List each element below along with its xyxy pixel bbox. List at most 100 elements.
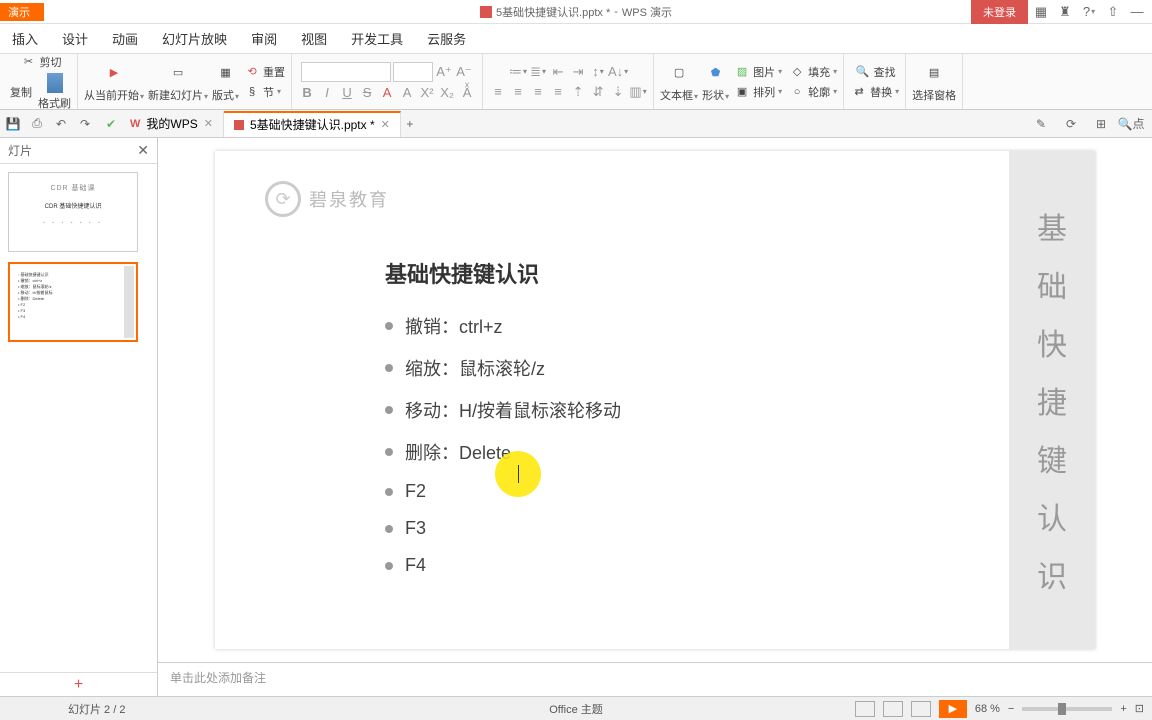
arrange-button[interactable]: ▣排列▾ bbox=[733, 83, 782, 101]
line-spacing-button[interactable]: ↕▾ bbox=[589, 63, 607, 81]
align-justify-button[interactable]: ≡ bbox=[549, 83, 567, 101]
new-slide-button[interactable]: ▭新建幻灯片▾ bbox=[148, 61, 208, 103]
minimize-button[interactable]: — bbox=[1126, 2, 1148, 22]
subscript-button[interactable]: X₂ bbox=[438, 84, 456, 102]
textbox-button[interactable]: ▢文本框▾ bbox=[660, 61, 698, 103]
view-sorter-button[interactable] bbox=[883, 701, 903, 717]
find-button[interactable]: 🔍查找 bbox=[854, 63, 896, 81]
select-pane-button[interactable]: ▤选择窗格 bbox=[912, 61, 956, 103]
view-reading-button[interactable] bbox=[911, 701, 931, 717]
menu-design[interactable]: 设计 bbox=[62, 29, 88, 48]
zoom-in-button[interactable]: + bbox=[1120, 703, 1126, 715]
align-left-button[interactable]: ≡ bbox=[489, 83, 507, 101]
slide-title[interactable]: 基础快捷键认识 bbox=[385, 257, 959, 289]
slide-panel-header: 灯片 ✕ bbox=[0, 138, 157, 164]
workspace: 灯片 ✕ CDR 基础课 CDR 基础快捷键认识 ▪ ▪ ▪ ▪ ▪ ▪ ▪ ◦… bbox=[0, 138, 1152, 696]
save-icon[interactable]: 💾 bbox=[4, 115, 22, 133]
notes-placeholder: 单击此处添加备注 bbox=[170, 671, 266, 685]
format-painter-button[interactable]: 格式刷 bbox=[38, 73, 71, 111]
highlight-button[interactable]: A bbox=[398, 84, 416, 102]
slide-viewport[interactable]: ⟳ 碧泉教育 基础快捷键认识 撤销：ctrl+z 缩放：鼠标滚轮/z 移动：H/… bbox=[158, 138, 1152, 662]
skin-icon[interactable]: ▦ bbox=[1030, 2, 1052, 22]
slideshow-play-button[interactable]: ▶ bbox=[939, 700, 967, 718]
section-icon: § bbox=[243, 83, 261, 101]
thumbnail-2[interactable]: ◦ 基础快捷键认识• 撤销：ctrl+z• 缩放：鼠标滚轮/z• 移动：H/按着… bbox=[8, 262, 138, 342]
menu-dev[interactable]: 开发工具 bbox=[351, 29, 403, 48]
fill-button[interactable]: ◇填充▾ bbox=[788, 63, 837, 81]
side-char: 基 bbox=[1037, 204, 1067, 248]
picture-button[interactable]: ▨图片▾ bbox=[733, 63, 782, 81]
zoom-out-button[interactable]: − bbox=[1008, 703, 1014, 715]
font-family-select[interactable] bbox=[301, 62, 391, 82]
clear-format-button[interactable]: Aͯ bbox=[458, 84, 476, 102]
reset-button[interactable]: ⟲重置 bbox=[243, 63, 285, 81]
close-panel-icon[interactable]: ✕ bbox=[137, 142, 149, 159]
thumbnail-1[interactable]: CDR 基础课 CDR 基础快捷键认识 ▪ ▪ ▪ ▪ ▪ ▪ ▪ bbox=[8, 172, 138, 252]
align-center-button[interactable]: ≡ bbox=[509, 83, 527, 101]
zoom-handle[interactable] bbox=[1058, 703, 1066, 715]
strike-button[interactable]: S bbox=[358, 84, 376, 102]
bullet-list[interactable]: 撤销：ctrl+z 缩放：鼠标滚轮/z 移动：H/按着鼠标滚轮移动 删除：Del… bbox=[385, 313, 959, 576]
replace-button[interactable]: ⇄替换▾ bbox=[850, 83, 899, 101]
close-tab-icon[interactable]: ✕ bbox=[381, 118, 390, 131]
zoom-slider[interactable] bbox=[1022, 707, 1112, 711]
tool-icon-2[interactable]: ⟳ bbox=[1062, 115, 1080, 133]
menu-slideshow[interactable]: 幻灯片放映 bbox=[162, 29, 227, 48]
ribbon-drawing: ▢文本框▾ ⬟形状▾ ▨图片▾ ◇填充▾ ▣排列▾ ○轮廓▾ bbox=[654, 54, 844, 109]
tab-document[interactable]: 5基础快捷键认识.pptx * ✕ bbox=[224, 111, 401, 137]
add-slide-button[interactable]: + bbox=[0, 672, 157, 696]
menu-review[interactable]: 审阅 bbox=[251, 29, 277, 48]
menu-view[interactable]: 视图 bbox=[301, 29, 327, 48]
decrease-font-icon[interactable]: A⁻ bbox=[455, 63, 473, 81]
fit-window-button[interactable]: ⊡ bbox=[1135, 702, 1144, 715]
underline-button[interactable]: U bbox=[338, 84, 356, 102]
align-top-button[interactable]: ⇡ bbox=[569, 83, 587, 101]
section-button[interactable]: §节▾ bbox=[243, 83, 285, 101]
numbering-button[interactable]: ≣▾ bbox=[529, 63, 547, 81]
outline-button[interactable]: ○轮廓▾ bbox=[788, 83, 837, 101]
layout-icon: ▦ bbox=[214, 61, 238, 85]
increase-font-icon[interactable]: A⁺ bbox=[435, 63, 453, 81]
columns-button[interactable]: ▥▾ bbox=[629, 83, 647, 101]
view-normal-button[interactable] bbox=[855, 701, 875, 717]
close-tab-icon[interactable]: ✕ bbox=[204, 117, 213, 130]
align-right-button[interactable]: ≡ bbox=[529, 83, 547, 101]
app-mode-text: 演示 bbox=[8, 4, 30, 20]
tool-icon-1[interactable]: ✎ bbox=[1032, 115, 1050, 133]
italic-button[interactable]: I bbox=[318, 84, 336, 102]
indent-dec-button[interactable]: ⇤ bbox=[549, 63, 567, 81]
upload-icon[interactable]: ⇧ bbox=[1102, 2, 1124, 22]
tool-icon-3[interactable]: ⊞ bbox=[1092, 115, 1110, 133]
print-icon[interactable]: ⎙ bbox=[28, 115, 46, 133]
bullets-button[interactable]: ≔▾ bbox=[509, 63, 527, 81]
menu-animation[interactable]: 动画 bbox=[112, 29, 138, 48]
align-bottom-button[interactable]: ⇣ bbox=[609, 83, 627, 101]
cut-button[interactable]: ✂剪切 bbox=[20, 53, 62, 71]
shape-button[interactable]: ⬟形状▾ bbox=[702, 61, 729, 103]
font-color-button[interactable]: A bbox=[378, 84, 396, 102]
new-tab-button[interactable]: + bbox=[401, 115, 419, 133]
superscript-button[interactable]: X² bbox=[418, 84, 436, 102]
layout-button[interactable]: ▦版式▾ bbox=[212, 61, 239, 103]
undo-icon[interactable]: ↶ bbox=[52, 115, 70, 133]
text-direction-button[interactable]: A↓▾ bbox=[609, 63, 627, 81]
notes-pane[interactable]: 单击此处添加备注 bbox=[158, 662, 1152, 696]
copy-button[interactable]: 复制 bbox=[10, 73, 32, 111]
indent-inc-button[interactable]: ⇥ bbox=[569, 63, 587, 81]
menu-insert[interactable]: 插入 bbox=[12, 29, 38, 48]
login-badge[interactable]: 未登录 bbox=[971, 0, 1028, 24]
redo-icon[interactable]: ↷ bbox=[76, 115, 94, 133]
scissors-icon: ✂ bbox=[20, 53, 38, 71]
gift-icon[interactable]: ♜ bbox=[1054, 2, 1076, 22]
menu-cloud[interactable]: 云服务 bbox=[427, 29, 466, 48]
quick-search[interactable]: 🔍 点 bbox=[1122, 115, 1140, 133]
slide[interactable]: ⟳ 碧泉教育 基础快捷键认识 撤销：ctrl+z 缩放：鼠标滚轮/z 移动：H/… bbox=[215, 151, 1095, 649]
tab-my-wps[interactable]: W 我的WPS ✕ bbox=[120, 111, 224, 137]
help-icon[interactable]: ?▾ bbox=[1078, 2, 1100, 22]
from-current-button[interactable]: ▶从当前开始▾ bbox=[84, 61, 144, 103]
font-size-select[interactable] bbox=[393, 62, 433, 82]
thumbnail-list[interactable]: CDR 基础课 CDR 基础快捷键认识 ▪ ▪ ▪ ▪ ▪ ▪ ▪ ◦ 基础快捷… bbox=[0, 164, 157, 672]
tab-checkmark-icon[interactable]: ✔ bbox=[102, 115, 120, 133]
align-middle-button[interactable]: ⇵ bbox=[589, 83, 607, 101]
bold-button[interactable]: B bbox=[298, 84, 316, 102]
